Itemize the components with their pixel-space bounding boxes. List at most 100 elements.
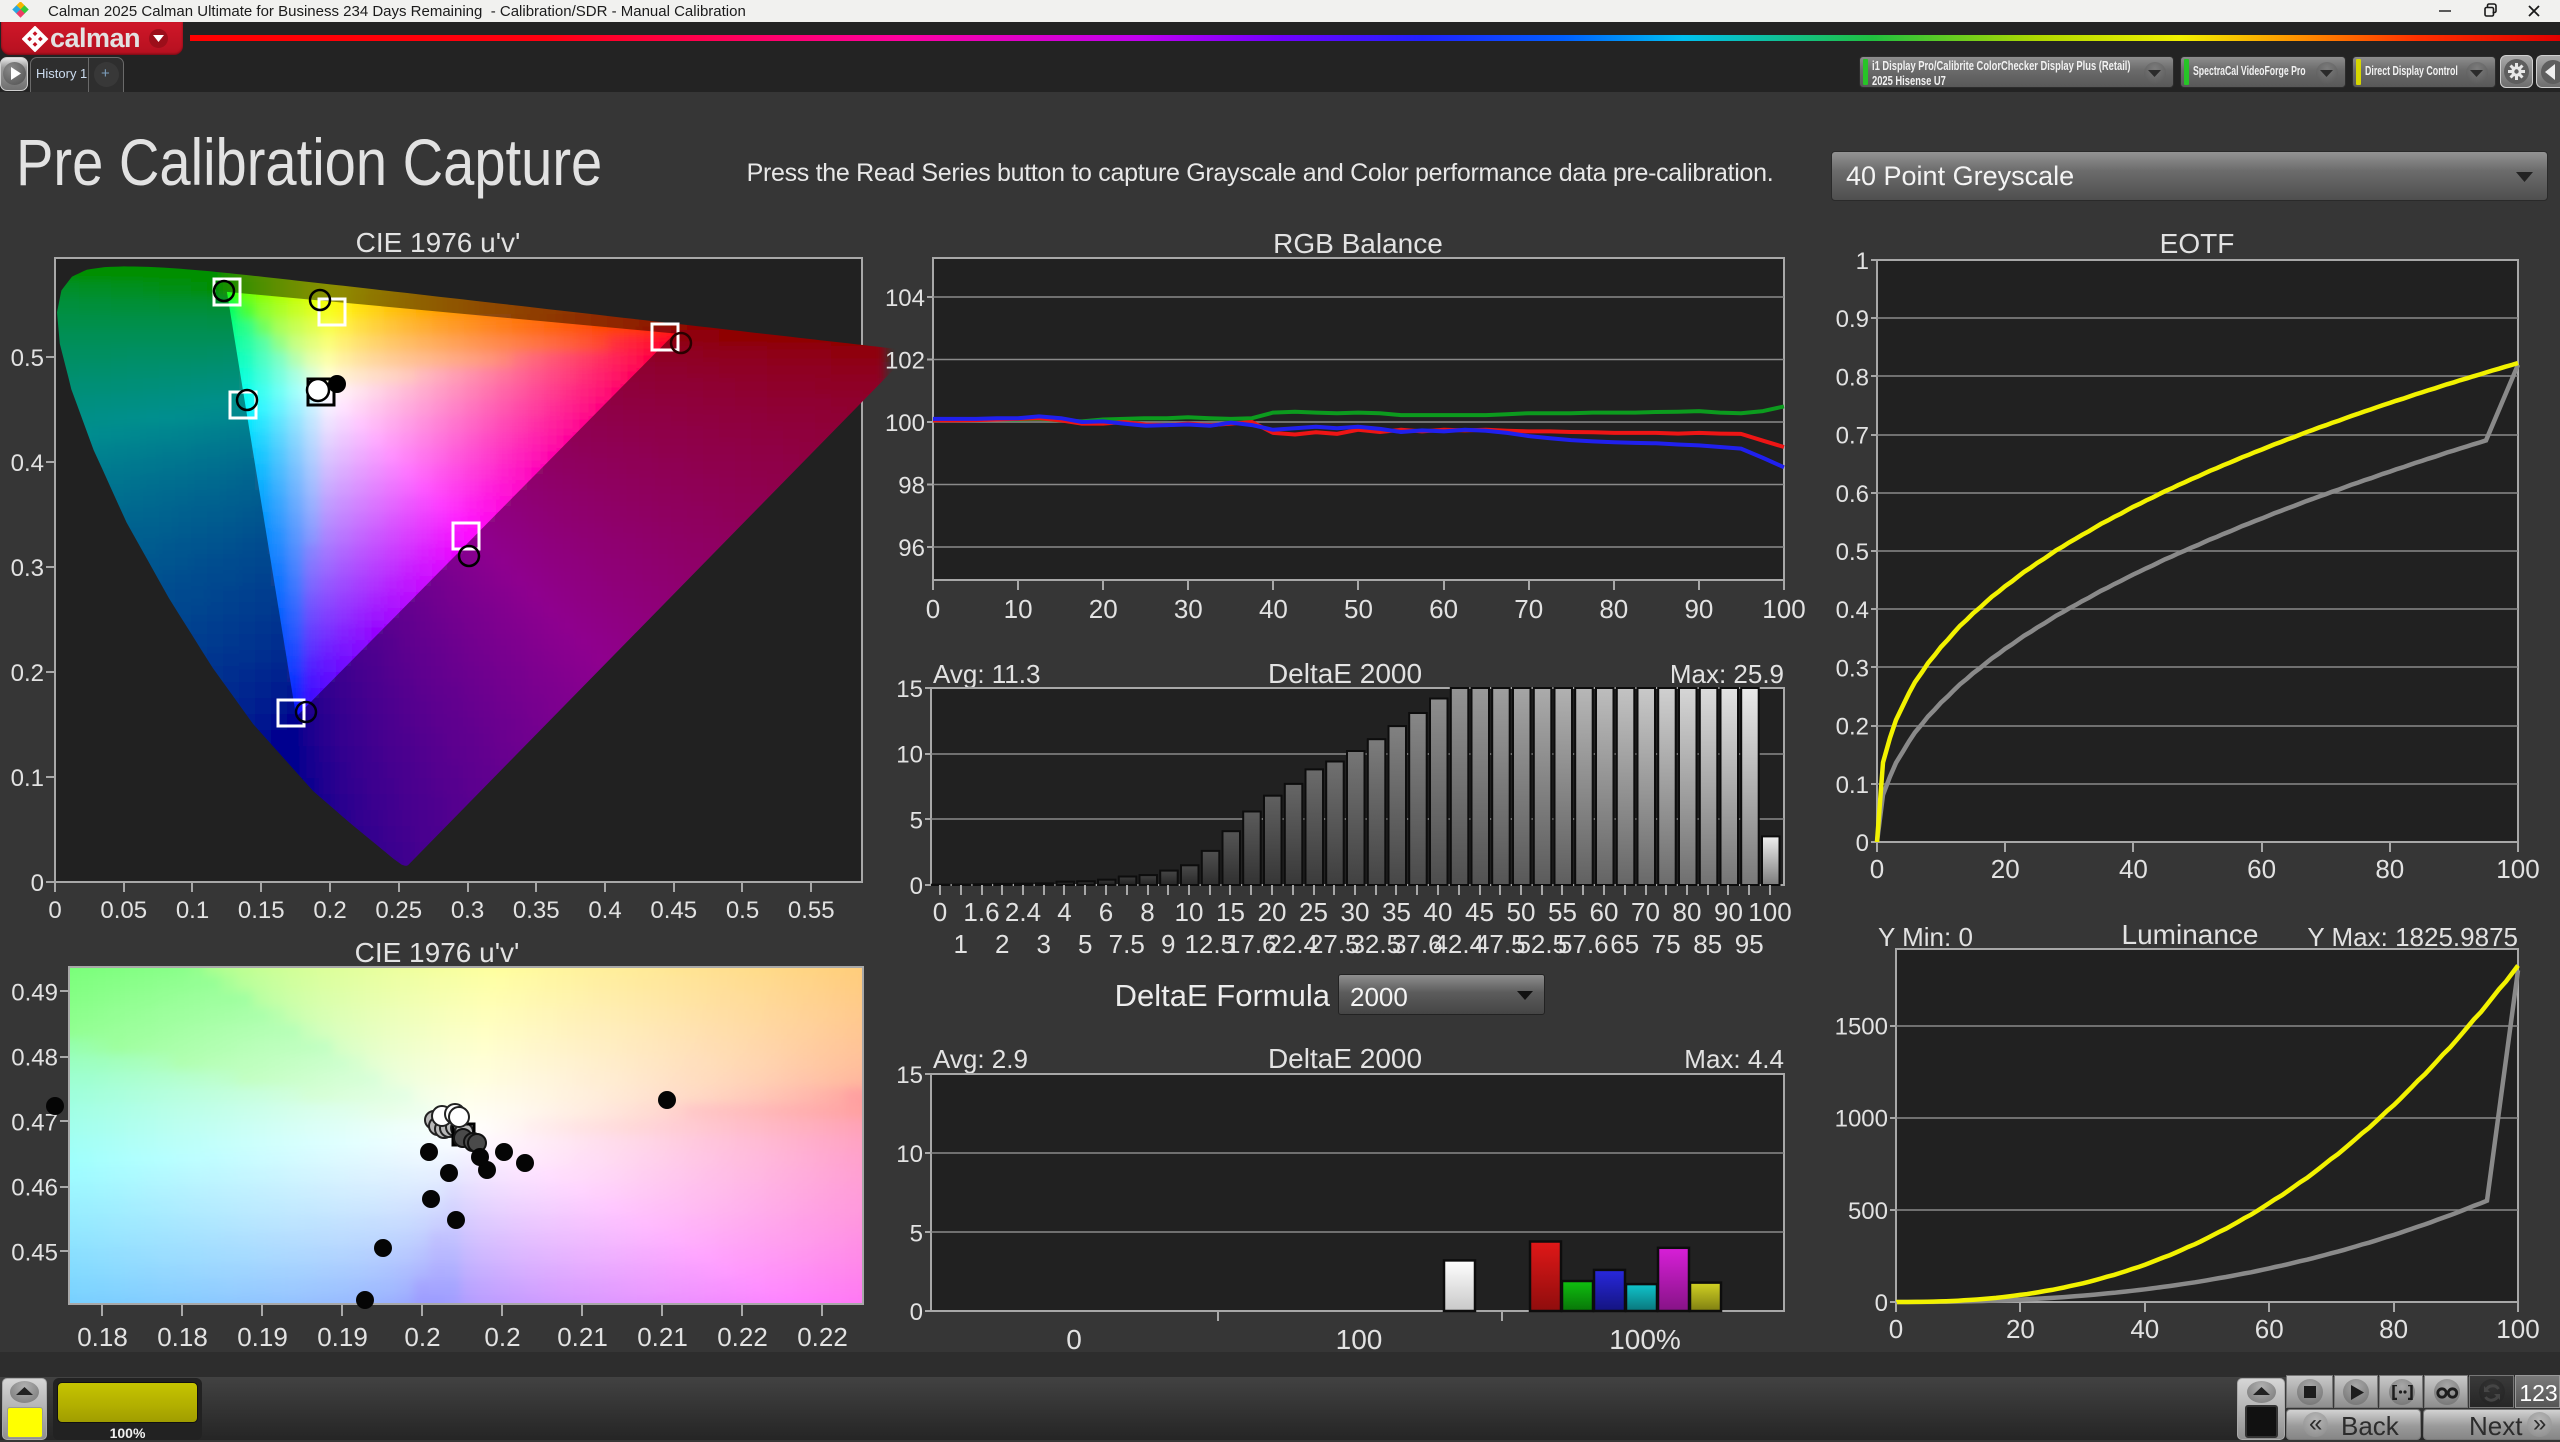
svg-text:0.1: 0.1 bbox=[11, 765, 44, 792]
svg-text:1: 1 bbox=[1856, 248, 1869, 275]
svg-text:30: 30 bbox=[1341, 897, 1370, 927]
svg-text:20: 20 bbox=[1258, 897, 1287, 927]
svg-text:0.49: 0.49 bbox=[11, 980, 58, 1007]
svg-text:0: 0 bbox=[31, 870, 44, 897]
svg-text:Max: 4.4: Max: 4.4 bbox=[1684, 1044, 1784, 1074]
svg-text:0.19: 0.19 bbox=[237, 1322, 288, 1352]
svg-text:0: 0 bbox=[910, 873, 923, 900]
svg-text:100%: 100% bbox=[1609, 1324, 1681, 1355]
svg-text:Avg: 11.3: Avg: 11.3 bbox=[933, 659, 1040, 689]
svg-text:60: 60 bbox=[1429, 594, 1458, 624]
svg-text:90: 90 bbox=[1684, 594, 1713, 624]
svg-text:0: 0 bbox=[910, 1299, 923, 1326]
svg-text:CIE 1976 u'v': CIE 1976 u'v' bbox=[356, 230, 521, 258]
svg-text:0.21: 0.21 bbox=[637, 1322, 688, 1352]
svg-text:1000: 1000 bbox=[1835, 1106, 1888, 1133]
svg-text:0.45: 0.45 bbox=[11, 1240, 58, 1267]
svg-text:0.5: 0.5 bbox=[726, 897, 759, 920]
svg-text:90: 90 bbox=[1714, 897, 1743, 927]
svg-text:5: 5 bbox=[910, 1221, 923, 1248]
svg-text:7.5: 7.5 bbox=[1109, 929, 1145, 959]
svg-text:0.15: 0.15 bbox=[238, 897, 285, 920]
svg-text:40: 40 bbox=[1259, 594, 1288, 624]
svg-text:0: 0 bbox=[933, 897, 947, 927]
svg-text:0.3: 0.3 bbox=[451, 897, 484, 920]
svg-text:80: 80 bbox=[2375, 854, 2404, 884]
svg-text:0.4: 0.4 bbox=[588, 897, 621, 920]
svg-text:60: 60 bbox=[2247, 854, 2276, 884]
svg-text:70: 70 bbox=[1514, 594, 1543, 624]
svg-text:96: 96 bbox=[898, 535, 925, 562]
svg-text:0.4: 0.4 bbox=[11, 450, 44, 477]
svg-text:0.48: 0.48 bbox=[11, 1045, 58, 1072]
svg-text:0.5: 0.5 bbox=[1836, 539, 1869, 566]
svg-text:40: 40 bbox=[2119, 854, 2148, 884]
svg-text:8: 8 bbox=[1140, 897, 1154, 927]
svg-text:20: 20 bbox=[2006, 1314, 2035, 1340]
svg-text:15: 15 bbox=[1216, 897, 1245, 927]
svg-text:0.3: 0.3 bbox=[11, 555, 44, 582]
svg-text:1: 1 bbox=[954, 929, 968, 959]
svg-text:80: 80 bbox=[1673, 897, 1702, 927]
svg-text:0.21: 0.21 bbox=[557, 1322, 608, 1352]
svg-text:10: 10 bbox=[896, 742, 923, 769]
svg-text:1500: 1500 bbox=[1835, 1014, 1888, 1041]
svg-text:15: 15 bbox=[896, 1062, 923, 1089]
svg-text:0.2: 0.2 bbox=[484, 1322, 520, 1352]
svg-text:15: 15 bbox=[896, 676, 923, 703]
svg-text:0.2: 0.2 bbox=[404, 1322, 440, 1352]
svg-text:0: 0 bbox=[926, 594, 940, 624]
svg-text:DeltaE 2000: DeltaE 2000 bbox=[1268, 1043, 1422, 1074]
svg-text:0.2: 0.2 bbox=[313, 897, 346, 920]
svg-text:0.6: 0.6 bbox=[1836, 481, 1869, 508]
svg-text:0: 0 bbox=[1889, 1314, 1903, 1340]
svg-text:0.2: 0.2 bbox=[11, 660, 44, 687]
svg-text:0.22: 0.22 bbox=[717, 1322, 768, 1352]
svg-text:0.45: 0.45 bbox=[650, 897, 697, 920]
svg-text:100: 100 bbox=[885, 410, 925, 437]
svg-text:Y Max: 1825.9875: Y Max: 1825.9875 bbox=[2307, 922, 2518, 952]
svg-text:0.2: 0.2 bbox=[1836, 714, 1869, 741]
svg-text:50: 50 bbox=[1344, 594, 1373, 624]
svg-text:Avg: 2.9: Avg: 2.9 bbox=[933, 1044, 1028, 1074]
svg-text:6: 6 bbox=[1099, 897, 1113, 927]
svg-text:35: 35 bbox=[1382, 897, 1411, 927]
svg-text:65: 65 bbox=[1610, 929, 1639, 959]
svg-text:0: 0 bbox=[48, 897, 61, 920]
svg-text:0: 0 bbox=[1066, 1324, 1082, 1355]
svg-text:5: 5 bbox=[1078, 929, 1092, 959]
svg-text:EOTF: EOTF bbox=[2160, 230, 2235, 259]
svg-text:Luminance: Luminance bbox=[2122, 920, 2259, 950]
svg-text:30: 30 bbox=[1174, 594, 1203, 624]
svg-text:0.5: 0.5 bbox=[11, 345, 44, 372]
svg-text:60: 60 bbox=[1590, 897, 1619, 927]
svg-text:60: 60 bbox=[2255, 1314, 2284, 1340]
svg-text:0.05: 0.05 bbox=[100, 897, 147, 920]
svg-text:100: 100 bbox=[2496, 1314, 2539, 1340]
svg-text:500: 500 bbox=[1848, 1198, 1888, 1225]
svg-text:2: 2 bbox=[995, 929, 1009, 959]
svg-text:0.22: 0.22 bbox=[797, 1322, 848, 1352]
svg-text:2.4: 2.4 bbox=[1005, 897, 1041, 927]
svg-text:40: 40 bbox=[1424, 897, 1453, 927]
svg-text:0.18: 0.18 bbox=[157, 1322, 208, 1352]
svg-text:0: 0 bbox=[1856, 830, 1869, 857]
svg-text:CIE 1976 u'v': CIE 1976 u'v' bbox=[355, 937, 520, 968]
svg-text:10: 10 bbox=[1004, 594, 1033, 624]
svg-text:Max: 25.9: Max: 25.9 bbox=[1670, 659, 1784, 689]
svg-text:100: 100 bbox=[1762, 594, 1805, 624]
svg-text:85: 85 bbox=[1693, 929, 1722, 959]
svg-text:40: 40 bbox=[2130, 1314, 2159, 1340]
svg-text:0.35: 0.35 bbox=[513, 897, 560, 920]
svg-text:calman: calman bbox=[50, 26, 140, 52]
svg-text:0.55: 0.55 bbox=[788, 897, 835, 920]
svg-text:0.3: 0.3 bbox=[1836, 655, 1869, 682]
svg-text:50: 50 bbox=[1507, 897, 1536, 927]
svg-text:55: 55 bbox=[1548, 897, 1577, 927]
svg-text:0.18: 0.18 bbox=[77, 1322, 128, 1352]
svg-text:57.6: 57.6 bbox=[1558, 929, 1609, 959]
svg-text:3: 3 bbox=[1037, 929, 1051, 959]
svg-text:100: 100 bbox=[1748, 897, 1791, 927]
svg-text:10: 10 bbox=[896, 1141, 923, 1168]
svg-text:100: 100 bbox=[2496, 854, 2539, 884]
